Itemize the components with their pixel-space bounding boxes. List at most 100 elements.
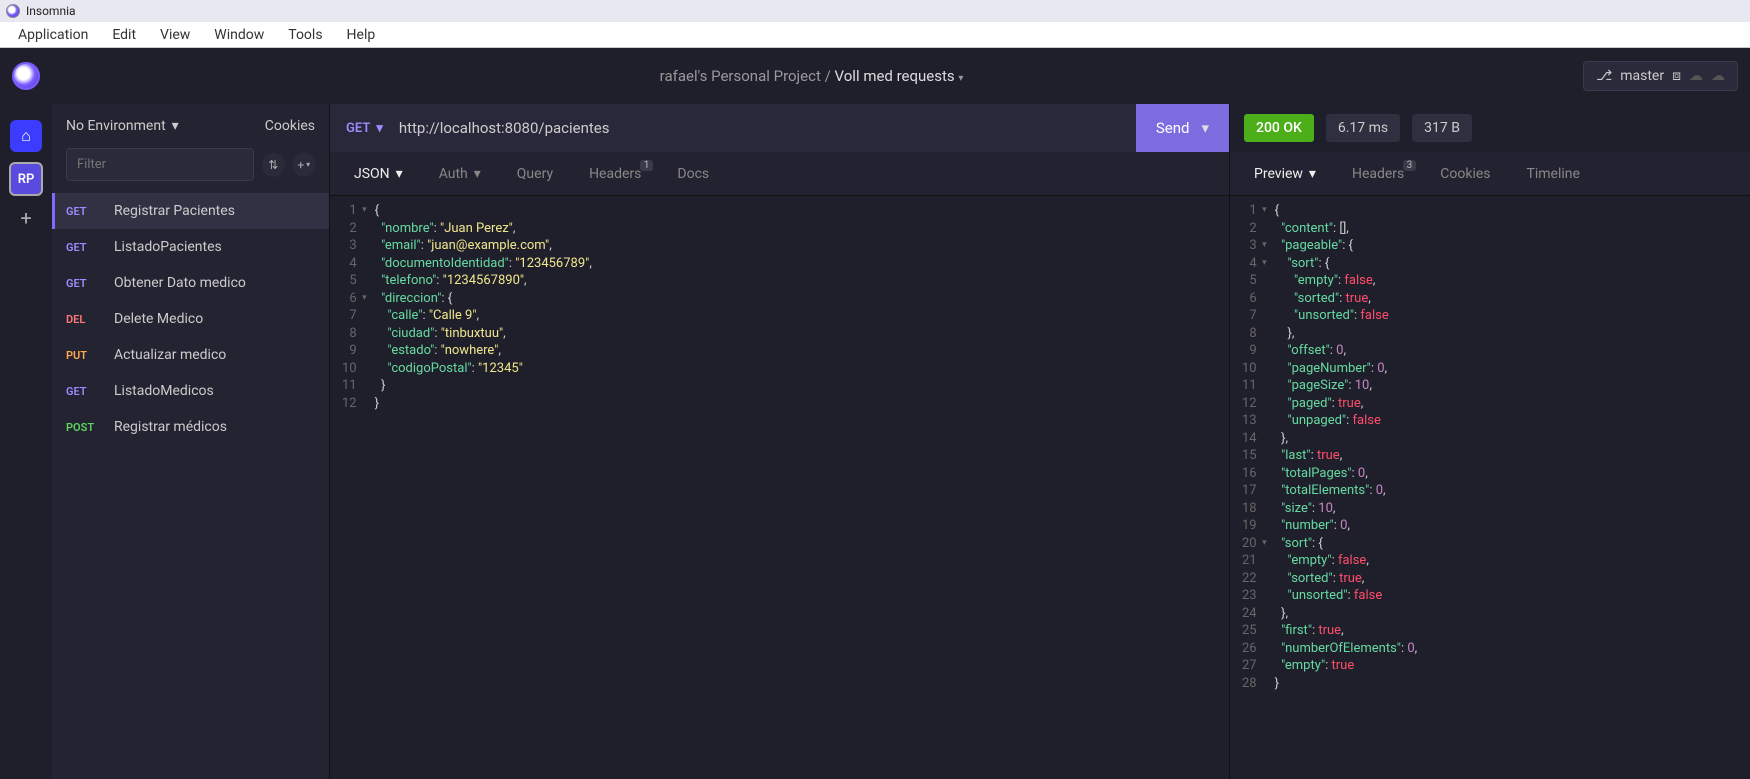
git-branch-icon: ⎇: [1596, 68, 1612, 84]
breadcrumb[interactable]: rafael's Personal Project / Voll med req…: [660, 67, 964, 85]
response-size[interactable]: 317 B: [1412, 114, 1472, 142]
menu-window[interactable]: Window: [202, 24, 276, 46]
tab-label: Preview: [1254, 166, 1303, 182]
project-initials: RP: [18, 172, 35, 187]
method-dropdown[interactable]: GET ▾: [330, 104, 399, 152]
home-icon: ⌂: [21, 126, 31, 146]
request-name: ListadoMedicos: [114, 383, 214, 399]
add-project-button[interactable]: +: [20, 206, 31, 230]
menu-edit[interactable]: Edit: [100, 24, 148, 46]
window-title: Insomnia: [26, 4, 76, 18]
tab-preview[interactable]: Preview ▾: [1236, 156, 1334, 192]
tab-headers[interactable]: Headers3: [1334, 156, 1422, 192]
chevron-down-icon: ▾: [172, 118, 179, 134]
menu-application[interactable]: Application: [6, 24, 100, 46]
insomnia-logo-icon[interactable]: [12, 62, 40, 90]
project-button[interactable]: RP: [9, 162, 43, 196]
method-label: PUT: [66, 349, 102, 362]
add-request-button[interactable]: +▾: [293, 153, 316, 177]
request-name: Registrar Pacientes: [114, 203, 235, 219]
chevron-down-icon: ▾: [376, 121, 383, 136]
method-label: GET: [346, 121, 370, 136]
request-list: GET Registrar Pacientes GET ListadoPaciente…: [52, 193, 329, 779]
method-label: POST: [66, 421, 102, 434]
request-body-editor[interactable]: 123456789101112 { "nombre": "Juan Perez"…: [330, 196, 1229, 779]
response-pane: 200 OK 6.17 ms 317 B Preview ▾Headers3Co…: [1230, 104, 1750, 779]
request-pane: GET ▾ http://localhost:8080/pacientes Se…: [330, 104, 1230, 779]
cube-icon: ⧈: [1672, 68, 1681, 84]
tab-label: Headers: [589, 166, 641, 182]
response-time[interactable]: 6.17 ms: [1326, 114, 1400, 142]
url-bar: GET ▾ http://localhost:8080/pacientes Se…: [330, 104, 1229, 152]
environment-dropdown[interactable]: No Environment ▾: [66, 118, 179, 134]
tab-label: Docs: [677, 166, 709, 182]
home-button[interactable]: ⌂: [10, 120, 42, 152]
filter-input[interactable]: [66, 148, 254, 181]
chevron-down-icon: ▾: [306, 160, 310, 169]
request-item[interactable]: GET Registrar Pacientes: [52, 193, 329, 229]
git-branch-button[interactable]: ⎇ master ⧈ ☁ ☁: [1583, 61, 1738, 91]
response-body-viewer[interactable]: 1234567891011121314151617181920212223242…: [1230, 196, 1750, 779]
tab-label: JSON: [354, 166, 390, 182]
cloud-down-icon: ☁: [1689, 68, 1703, 84]
left-rail: ⌂ RP +: [0, 104, 52, 779]
sort-button[interactable]: ⇅: [262, 153, 285, 177]
tab-label: Auth: [439, 166, 468, 182]
response-statusbar: 200 OK 6.17 ms 317 B: [1230, 104, 1750, 152]
breadcrumb-project: rafael's Personal Project: [660, 67, 821, 85]
url-input[interactable]: http://localhost:8080/pacientes: [399, 104, 1136, 152]
request-name: ListadoPacientes: [114, 239, 222, 255]
tab-json[interactable]: JSON ▾: [336, 156, 421, 192]
request-name: Registrar médicos: [114, 419, 227, 435]
tab-auth[interactable]: Auth ▾: [421, 156, 499, 192]
status-badge[interactable]: 200 OK: [1244, 114, 1314, 142]
method-label: DEL: [66, 313, 102, 326]
tab-query[interactable]: Query: [499, 156, 571, 192]
cloud-up-icon: ☁: [1711, 68, 1725, 84]
tab-label: Query: [517, 166, 553, 182]
request-item[interactable]: POST Registrar médicos: [52, 409, 329, 445]
chevron-down-icon: ▾: [1309, 166, 1316, 182]
request-name: Actualizar medico: [114, 347, 226, 363]
tab-headers[interactable]: Headers1: [571, 156, 659, 192]
method-label: GET: [66, 205, 102, 218]
tab-cookies[interactable]: Cookies: [1422, 156, 1508, 192]
menubar: ApplicationEditViewWindowToolsHelp: [0, 22, 1750, 48]
tab-timeline[interactable]: Timeline: [1509, 156, 1598, 192]
cookies-button[interactable]: Cookies: [265, 118, 315, 134]
send-button[interactable]: Send ▾: [1136, 104, 1229, 152]
sidebar: No Environment ▾ Cookies ⇅ +▾ GET Registr…: [52, 104, 330, 779]
response-tabs: Preview ▾Headers3CookiesTimeline: [1230, 152, 1750, 196]
request-item[interactable]: GETListadoMedicos: [52, 373, 329, 409]
chevron-down-icon: ▾: [396, 166, 403, 182]
app-header: rafael's Personal Project / Voll med req…: [0, 48, 1750, 104]
tab-docs[interactable]: Docs: [659, 156, 727, 192]
request-name: Delete Medico: [114, 311, 203, 327]
chevron-down-icon[interactable]: ▾: [1201, 119, 1209, 137]
method-label: GET: [66, 241, 102, 254]
plus-icon: +: [20, 206, 31, 230]
request-item[interactable]: DEL Delete Medico: [52, 301, 329, 337]
breadcrumb-collection: Voll med requests: [835, 67, 955, 85]
chevron-down-icon: ▾: [958, 73, 963, 84]
request-item[interactable]: GETObtener Dato medico: [52, 265, 329, 301]
request-item[interactable]: PUT Actualizar medico: [52, 337, 329, 373]
tab-label: Cookies: [1440, 166, 1490, 182]
environment-label: No Environment: [66, 118, 166, 134]
menu-view[interactable]: View: [148, 24, 202, 46]
window-titlebar: Insomnia: [0, 0, 1750, 22]
menu-help[interactable]: Help: [335, 24, 388, 46]
tab-label: Headers: [1352, 166, 1404, 182]
request-tabs: JSON ▾Auth ▾QueryHeaders1Docs: [330, 152, 1229, 196]
chevron-down-icon: ▾: [474, 166, 481, 182]
git-branch-label: master: [1620, 68, 1664, 84]
badge: 3: [1403, 160, 1417, 171]
tab-label: Timeline: [1527, 166, 1580, 182]
sort-icon: ⇅: [268, 158, 278, 172]
menu-tools[interactable]: Tools: [276, 24, 334, 46]
app-logo-icon: [6, 4, 20, 18]
send-label: Send: [1156, 119, 1190, 137]
request-item[interactable]: GET ListadoPacientes: [52, 229, 329, 265]
badge: 1: [640, 160, 654, 171]
method-label: GET: [66, 277, 102, 290]
